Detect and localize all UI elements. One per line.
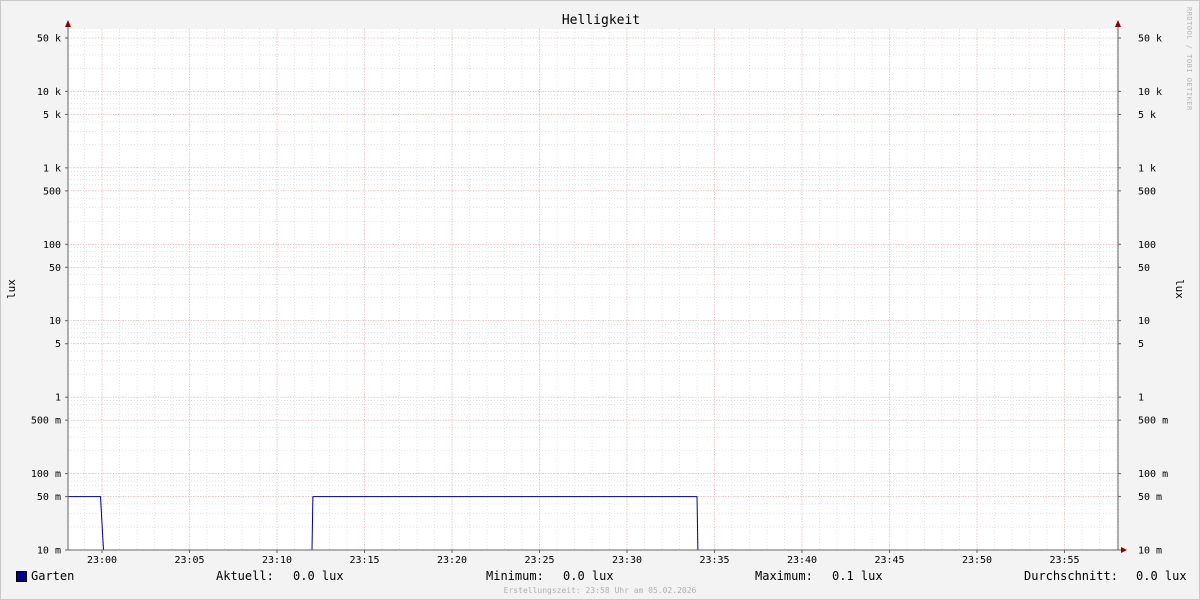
plot-area — [68, 29, 1118, 550]
y-tick-label-left: 10 m — [37, 546, 61, 557]
legend-current-label: Aktuell: — [216, 569, 274, 583]
y-tick-label-right: 50 m — [1138, 492, 1162, 503]
x-tick-label: 23:05 — [174, 555, 204, 566]
legend-row: Garten Aktuell: 0.0 lux Minimum: 0.0 lux… — [1, 569, 1199, 585]
y-tick-label-right: 500 m — [1138, 416, 1168, 427]
y-tick-label-right: 1 — [1138, 393, 1144, 404]
y-tick-label-left: 50 m — [37, 492, 61, 503]
y-tick-label-right: 50 — [1138, 263, 1150, 274]
x-tick-label: 23:55 — [1049, 555, 1079, 566]
legend-avg-value: 0.0 lux — [1136, 569, 1187, 583]
x-tick-label: 23:25 — [524, 555, 554, 566]
right-axis-title: lux — [1173, 279, 1186, 299]
x-tick-label: 23:50 — [962, 555, 992, 566]
legend-max-label: Maximum: — [755, 569, 813, 583]
chart-frame: 50 k 50 k 10 k 10 k5 k5 k1 k1 k 500 500 100 100… — [0, 0, 1200, 600]
y-tick-label-left: 1 — [55, 393, 61, 404]
x-tick-label: 23:00 — [87, 555, 117, 566]
legend-avg-label: Durchschnitt: — [1024, 569, 1118, 583]
y-tick-label-right: 10 — [1138, 316, 1150, 327]
y-tick-label-left: 50 — [49, 263, 61, 274]
legend-current-value: 0.0 lux — [293, 569, 344, 583]
y-tick-label-left: 10 k — [37, 87, 61, 98]
legend-series-name: Garten — [31, 569, 75, 583]
x-tick-label: 23:20 — [437, 555, 467, 566]
y-tick-label-left: 100 — [43, 240, 61, 251]
y-tick-label-left: 5 — [55, 339, 61, 350]
y-tick-label-left: 10 — [49, 316, 61, 327]
legend-min-value: 0.0 lux — [563, 569, 614, 583]
right-axis-arrow — [1115, 20, 1121, 27]
footer-timestamp: Erstellungszeit: 23:58 Uhr am 05.02.2026 — [503, 586, 697, 595]
y-tick-label-right: 50 k — [1138, 34, 1162, 45]
legend-max-value: 0.1 lux — [832, 569, 883, 583]
watermark: RRDTOOL / TOBI OETIKER — [1185, 7, 1193, 111]
x-tick-label: 23:10 — [262, 555, 292, 566]
left-axis-arrow — [65, 20, 71, 27]
y-tick-label-left: 500 — [43, 186, 61, 197]
y-tick-label-left: 1 k — [43, 163, 61, 174]
y-tick-label-right: 1 k — [1138, 163, 1156, 174]
y-tick-label-left: 500 m — [31, 416, 61, 427]
chart-title: Helligkeit — [562, 13, 640, 28]
y-tick-label-left: 5 k — [43, 110, 61, 121]
x-tick-label: 23:15 — [349, 555, 379, 566]
x-tick-label: 23:30 — [612, 555, 642, 566]
x-axis-arrow — [1121, 547, 1127, 553]
left-axis-title: lux — [5, 279, 18, 299]
x-tick-label: 23:40 — [787, 555, 817, 566]
x-tick-label: 23:45 — [874, 555, 904, 566]
y-tick-label-right: 100 m — [1138, 469, 1168, 480]
y-tick-label-right: 500 — [1138, 186, 1156, 197]
chart-svg: 50 k 50 k 10 k 10 k 5 k 5 k 1 k 1 k 500 500 100 100… — [5, 7, 1193, 566]
y-tick-label-right: 10 m — [1138, 546, 1162, 557]
y-tick-label-right: 10 k — [1138, 87, 1162, 98]
y-tick-label-left: 100 m — [31, 469, 61, 480]
y-tick-label-right: 100 — [1138, 240, 1156, 251]
legend-min-label: Minimum: — [486, 569, 544, 583]
y-tick-label-left: 50 k — [37, 34, 61, 45]
y-tick-label-right: 5 k — [1138, 110, 1156, 121]
y-tick-label-right: 5 — [1138, 339, 1144, 350]
x-tick-label: 23:35 — [699, 555, 729, 566]
